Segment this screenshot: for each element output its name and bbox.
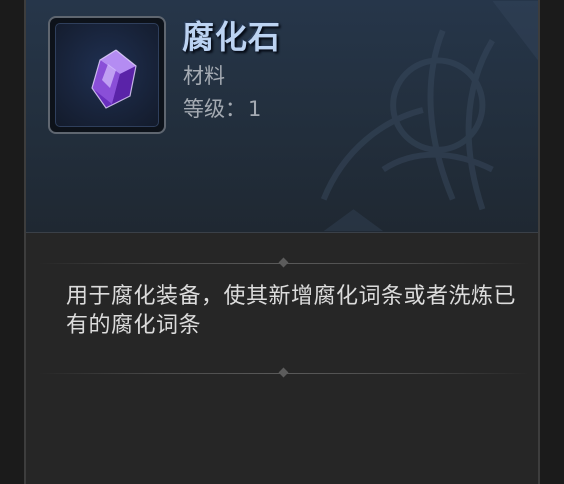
- bottom-divider: [38, 367, 530, 378]
- divider-diamond-icon: [278, 367, 289, 378]
- item-type: 材料: [183, 64, 225, 88]
- item-icon-slot[interactable]: [48, 16, 166, 134]
- item-tooltip-panel: 腐化石 材料 等级：1 用于腐化装备，使其新增腐化词条或者洗炼已有的腐化词条: [24, 0, 540, 484]
- tooltip-frame: 腐化石 材料 等级：1 用于腐化装备，使其新增腐化词条或者洗炼已有的腐化词条: [0, 0, 564, 484]
- item-level-value: 1: [248, 97, 262, 121]
- item-description: 用于腐化装备，使其新增腐化词条或者洗炼已有的腐化词条: [66, 284, 517, 338]
- item-name: 腐化石: [182, 18, 282, 56]
- item-header: 腐化石 材料 等级：1: [26, 0, 538, 233]
- item-level-label: 等级：: [183, 97, 246, 121]
- divider-diamond-icon: [278, 257, 289, 268]
- top-divider: [38, 257, 530, 268]
- item-icon-background: [55, 23, 159, 127]
- item-level: 等级：1: [183, 93, 261, 123]
- purple-crystal-icon: [91, 49, 137, 109]
